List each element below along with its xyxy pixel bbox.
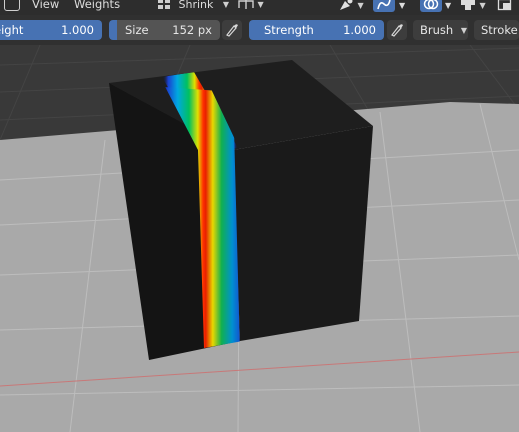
weight-label: eight xyxy=(0,23,24,37)
strength-pressure-button[interactable] xyxy=(387,20,407,40)
xray-toggle[interactable] xyxy=(497,0,513,12)
pen-pressure-icon xyxy=(391,24,403,37)
strength-label: Strength xyxy=(264,23,314,37)
view-menu[interactable]: View xyxy=(32,0,59,11)
size-field[interactable]: Size 152 px xyxy=(109,20,220,40)
gizmo-dropdown[interactable]: ▼ xyxy=(460,0,486,12)
chevron-down-icon[interactable]: ▼ xyxy=(399,0,405,13)
overlay-toggle[interactable] xyxy=(420,0,442,12)
3d-viewport[interactable] xyxy=(0,45,519,432)
size-pressure-button[interactable] xyxy=(222,20,242,40)
weights-menu[interactable]: Weights xyxy=(74,0,120,11)
weight-field[interactable]: eight 1.000 xyxy=(0,20,102,40)
strength-value: 1.000 xyxy=(343,23,376,37)
stroke-dropdown[interactable]: Stroke xyxy=(474,20,519,40)
tool-settings-bar: eight 1.000 Size 152 px Strength 1.000 B… xyxy=(0,15,519,45)
chevron-down-icon: ▼ xyxy=(479,1,486,10)
weight-paint-mode-icon[interactable] xyxy=(4,0,20,11)
editor-header: View Weights Shrink ▼ ▼ ▼ ▼ ▼ ▼ xyxy=(0,0,519,15)
cube-mesh[interactable] xyxy=(109,60,373,360)
falloff-shape-value: Shrink xyxy=(178,0,214,11)
size-value: 152 px xyxy=(172,23,212,37)
size-label: Size xyxy=(125,23,149,37)
brush-label: Brush xyxy=(420,23,454,37)
chevron-down-icon: ▼ xyxy=(460,26,467,35)
stroke-label: Stroke xyxy=(481,23,518,37)
vertex-snap-toggle[interactable] xyxy=(373,0,395,12)
chevron-down-icon: ▼ xyxy=(257,0,264,9)
chevron-down-icon: ▼ xyxy=(357,1,364,10)
vertex-snap-icon xyxy=(377,0,391,10)
overlay-icon xyxy=(423,0,439,10)
symmetry-dropdown[interactable]: ▼ xyxy=(238,0,264,12)
gizmo-icon xyxy=(461,0,475,10)
falloff-shape-dropdown[interactable]: Shrink ▼ xyxy=(157,0,229,12)
pressure-dropdown[interactable]: ▼ xyxy=(338,0,364,12)
xray-icon xyxy=(497,0,512,11)
weight-value: 1.000 xyxy=(61,23,94,37)
brush-dropdown[interactable]: Brush ▼ xyxy=(413,20,468,40)
falloff-shape-icon xyxy=(158,0,170,9)
chevron-down-icon[interactable]: ▼ xyxy=(445,0,451,13)
chevron-down-icon: ▼ xyxy=(222,0,230,9)
cube-right-face xyxy=(233,126,373,341)
viewport-canvas[interactable] xyxy=(0,45,519,432)
pen-pressure-icon xyxy=(226,24,238,37)
pen-pressure-icon xyxy=(340,0,353,10)
mirror-axis-icon xyxy=(238,0,254,9)
strength-field[interactable]: Strength 1.000 xyxy=(249,20,384,40)
